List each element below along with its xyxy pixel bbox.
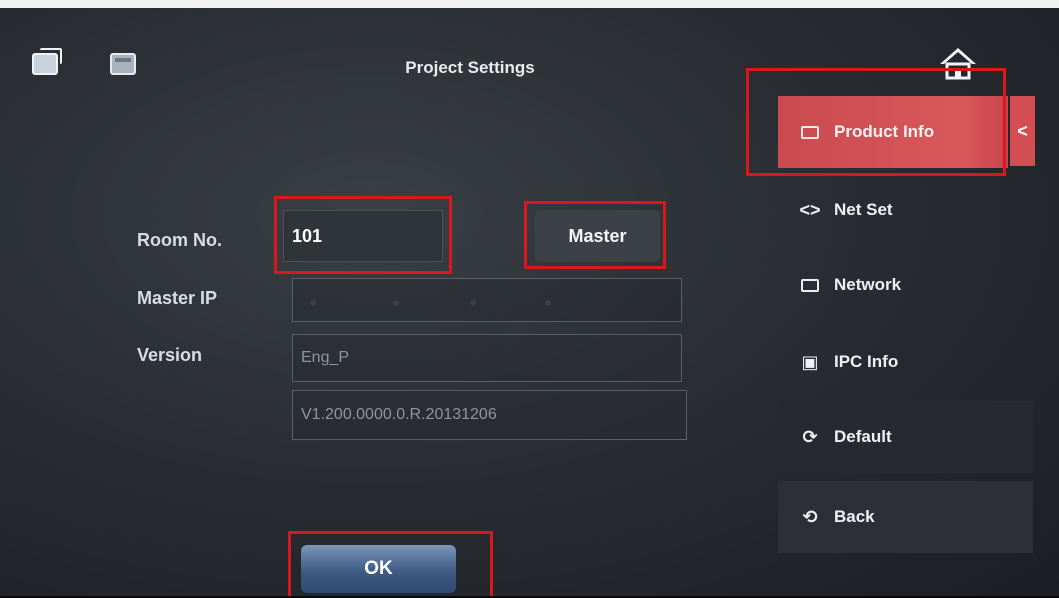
version-label: Version: [137, 345, 203, 365]
sidebar-item-label: Net Set: [834, 200, 893, 219]
sidebar-item-net-set[interactable]: <> Net Set: [778, 174, 1033, 246]
room-no-label: Room No.: [137, 230, 222, 250]
page-title: Project Settings: [405, 58, 535, 77]
windows-icon[interactable]: [32, 48, 62, 75]
ip-separator: [545, 300, 551, 306]
ip-separator: [393, 300, 399, 306]
device-screen: Project Settings Room No. 101 Master Mas…: [0, 0, 1059, 598]
version-field-primary-text: Eng_P: [301, 349, 350, 366]
version-field-secondary-text: V1.200.0000.0.R.20131206: [301, 406, 497, 423]
sidebar-item-default[interactable]: ⟳ Default: [778, 401, 1033, 473]
monitor-icon[interactable]: [110, 53, 136, 75]
highlight-product-info: [746, 68, 1006, 176]
master-ip-label: Master IP: [137, 288, 218, 308]
sidebar-item-label: Back: [834, 507, 875, 526]
collapse-arrow-icon[interactable]: <: [1010, 96, 1035, 166]
highlight-room-no: [274, 196, 452, 274]
highlight-master: [524, 201, 666, 269]
ip-separator: [310, 300, 316, 306]
version-field-primary: Eng_P: [292, 334, 682, 382]
sidebar-item-back[interactable]: ⟲ Back: [778, 481, 1033, 553]
sidebar-item-label: IPC Info: [834, 352, 899, 371]
reset-icon: ⟳: [802, 426, 818, 447]
version-field-secondary: V1.200.0000.0.R.20131206: [292, 390, 687, 440]
sidebar-item-ipc-info[interactable]: ▣ IPC Info: [778, 326, 1033, 398]
network-card-icon: [798, 275, 822, 295]
back-arrow-icon: ⟲: [802, 506, 818, 527]
master-ip-field[interactable]: [292, 278, 682, 322]
camera-icon: ▣: [801, 351, 819, 372]
sidebar-item-label: Network: [834, 275, 902, 294]
sidebar-item-label: Default: [834, 427, 892, 446]
sidebar-item-network[interactable]: Network: [778, 249, 1033, 321]
highlight-ok: [288, 531, 493, 596]
ip-separator: [470, 300, 476, 306]
code-brackets-icon: <>: [799, 199, 821, 220]
